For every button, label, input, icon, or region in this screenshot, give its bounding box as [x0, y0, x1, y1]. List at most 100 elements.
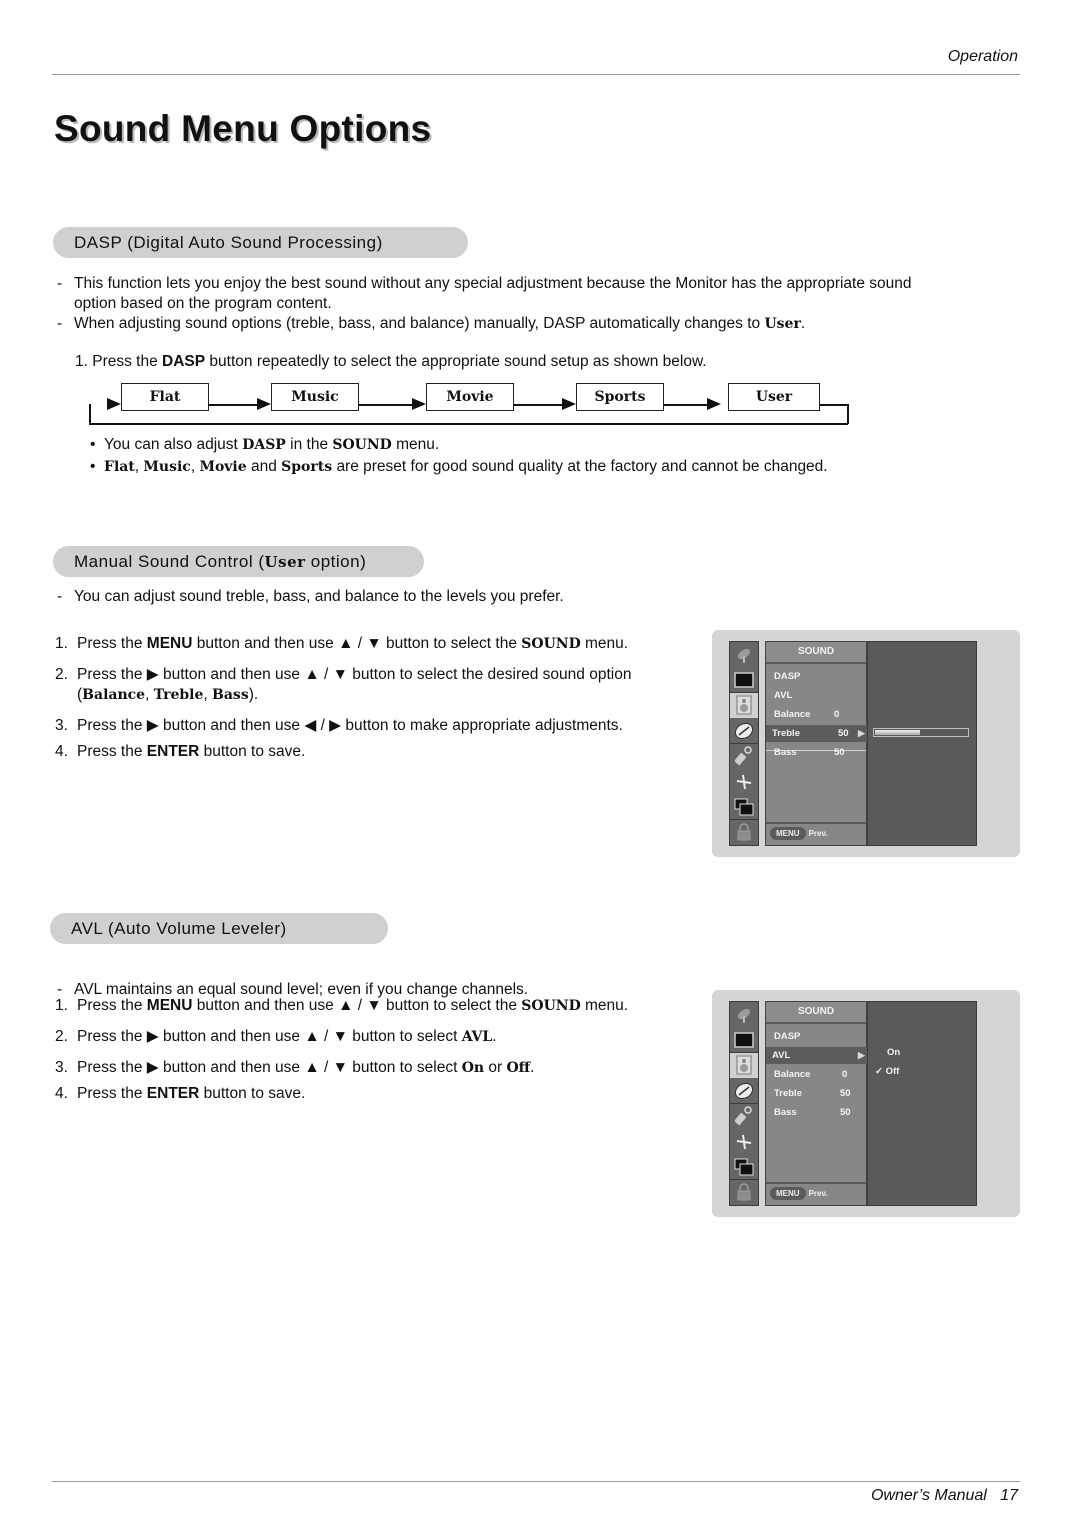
bullet-text: are preset for good sound quality at the…	[336, 458, 828, 475]
treble-slider[interactable]	[873, 728, 969, 737]
bold-term: SOUND	[521, 998, 581, 1014]
setup-tools-icon[interactable]	[730, 1129, 758, 1155]
osd-item-bass[interactable]: Bass 50	[768, 1104, 864, 1121]
osd-item-label: DASP	[774, 1031, 801, 1042]
step-number: 2.	[55, 1028, 68, 1045]
osd-item-label: AVL	[774, 690, 793, 701]
osd-menu-button[interactable]: MENU	[770, 1187, 806, 1200]
screen-pip-icon[interactable]	[730, 1154, 758, 1181]
picture-icon[interactable]	[730, 1027, 758, 1054]
step-text: .	[530, 1059, 535, 1076]
bold-term: Music	[143, 459, 191, 475]
step-number: 3.	[55, 1059, 68, 1076]
step-number: 2.	[55, 666, 68, 683]
setup-tools-icon[interactable]	[730, 769, 758, 795]
flow-box-sports: Sports	[576, 383, 664, 411]
satellite-dish-icon[interactable]	[730, 642, 758, 668]
dasp-note-2: - When adjusting sound options (treble, b…	[57, 315, 806, 332]
time-icon[interactable]	[730, 1078, 758, 1105]
step-item: 2. Press the ▶ button and then use ▲ / ▼ …	[55, 665, 695, 705]
step-text: button to save.	[199, 1085, 306, 1102]
bold-term: DASP	[242, 437, 286, 453]
osd-icon-bar	[729, 641, 759, 846]
avl-steps: 1. Press the MENU button and then use ▲ /…	[55, 996, 695, 1104]
bullet-text: menu.	[396, 436, 440, 453]
bold-term: ENTER	[146, 743, 200, 760]
osd-item-value: 50	[840, 1107, 851, 1118]
flow-return-bottom	[89, 423, 848, 425]
arrow-icon	[707, 398, 721, 410]
step-number: 4.	[55, 743, 68, 760]
special-key-icon[interactable]	[730, 1103, 758, 1130]
osd-option-off[interactable]: ✓ Off	[875, 1066, 899, 1077]
osd-menu-title: SOUND	[766, 642, 866, 664]
bold-term: Bass	[212, 687, 249, 703]
dasp-note-1: - This function lets you enjoy the best s…	[57, 275, 912, 312]
osd-item-bass[interactable]: Bass 50	[768, 744, 864, 761]
osd-item-value: 50	[838, 728, 849, 739]
step-number: 1.	[55, 635, 68, 652]
note-text: When adjusting sound options (treble, ba…	[74, 315, 761, 332]
screen-pip-icon[interactable]	[730, 794, 758, 821]
osd-option-on[interactable]: On	[887, 1047, 900, 1058]
osd-item-value: 0	[834, 709, 840, 720]
osd-item-treble[interactable]: Treble 50	[768, 1085, 864, 1102]
osd-item-dasp[interactable]: DASP	[768, 1028, 864, 1045]
special-key-icon[interactable]	[730, 743, 758, 770]
step-text: 1. Press the	[75, 353, 158, 370]
flow-return-left	[89, 404, 91, 424]
speaker-icon[interactable]	[730, 692, 758, 719]
osd-item-avl[interactable]: AVL	[768, 687, 864, 704]
step-item: 3. Press the ▶ button and then use ▲ / ▼ …	[55, 1058, 695, 1078]
flow-box-flat: Flat	[121, 383, 209, 411]
bullet-item: Flat, Music, Movie and Sports are preset…	[87, 457, 867, 477]
bold-term: Movie	[199, 459, 247, 475]
step-number: 3.	[55, 717, 68, 734]
osd-menu-button[interactable]: MENU	[770, 827, 806, 840]
heading-text: option)	[305, 552, 367, 571]
bold-term: Balance	[82, 687, 146, 703]
osd-prev-label: Prev.	[808, 829, 828, 838]
picture-icon[interactable]	[730, 667, 758, 694]
lock-icon[interactable]	[730, 1179, 758, 1206]
section-label: Operation	[947, 48, 1018, 65]
osd-item-balance[interactable]: Balance 0	[768, 1066, 864, 1083]
flow-line	[359, 404, 414, 406]
section-heading-dasp: DASP (Digital Auto Sound Processing)	[53, 227, 468, 258]
right-arrow-icon: ▶	[858, 1050, 865, 1060]
step-number: 1.	[55, 997, 68, 1014]
osd-item-label: DASP	[774, 671, 801, 682]
speaker-icon[interactable]	[730, 1052, 758, 1079]
osd-item-label: AVL	[772, 1050, 791, 1061]
step-text: Press the	[77, 635, 147, 652]
lock-icon[interactable]	[730, 819, 758, 846]
osd-item-avl[interactable]: AVL ▶	[766, 1047, 870, 1064]
bold-term: AVL	[461, 1029, 493, 1045]
footer-rule	[52, 1481, 1020, 1482]
page-footer: Owner’s Manual 17	[871, 1487, 1018, 1505]
step-text: .	[492, 1028, 497, 1045]
manual-steps: 1. Press the MENU button and then use ▲ /…	[55, 634, 695, 762]
osd-item-value: 50	[840, 1088, 851, 1099]
step-text: Press the	[77, 1085, 147, 1102]
osd-item-balance[interactable]: Balance 0	[768, 706, 864, 723]
flow-box-user: User	[728, 383, 820, 411]
osd-item-dasp[interactable]: DASP	[768, 668, 864, 685]
bold-term: On	[461, 1060, 485, 1076]
step-item: 2. Press the ▶ button and then use ▲ / ▼ …	[55, 1027, 695, 1047]
option-label: On	[887, 1047, 901, 1058]
bold-term: MENU	[146, 997, 193, 1014]
step-number: 4.	[55, 1085, 68, 1102]
time-icon[interactable]	[730, 718, 758, 745]
bullet-text: in the	[290, 436, 329, 453]
bullet-item: You can also adjust DASP in the SOUND me…	[87, 435, 867, 455]
page-title: Sound Menu Options	[54, 108, 432, 149]
satellite-dish-icon[interactable]	[730, 1002, 758, 1028]
osd-screenshot-avl: SOUND DASP AVL ▶ Balance 0 Treble 50 Bass 50…	[712, 990, 1020, 1217]
step-text: button and then use ▲ / ▼ button to sele…	[192, 635, 522, 652]
heading-text: Manual Sound Control (	[74, 552, 265, 571]
arrow-icon	[257, 398, 271, 410]
osd-item-treble[interactable]: Treble 50 ▶	[766, 725, 870, 742]
step-text: button and then use ▲ / ▼ button to sele…	[192, 997, 522, 1014]
osd-divider	[766, 1182, 866, 1184]
